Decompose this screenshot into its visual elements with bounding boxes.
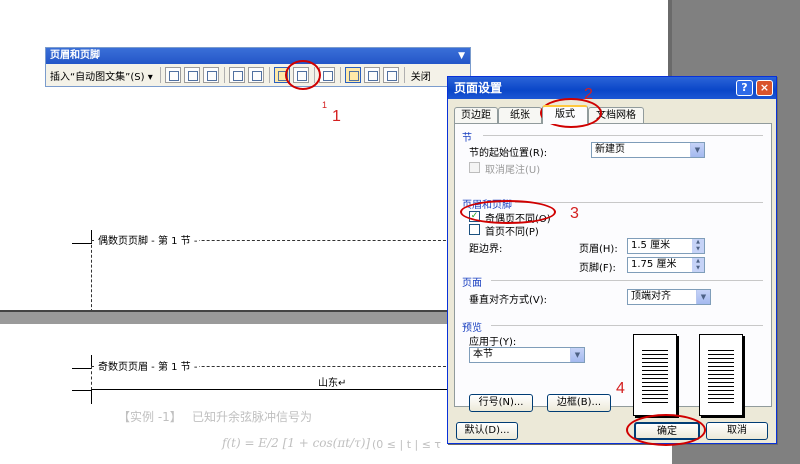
insert-date-icon[interactable]: [229, 67, 246, 83]
toolbar-titlebar[interactable]: 页眉和页脚 ▼: [46, 48, 470, 64]
first-page-different-label: 首页不同(P): [485, 227, 539, 238]
step-3-label: 3: [570, 205, 579, 222]
show-next-icon[interactable]: [383, 67, 400, 83]
insert-time-icon[interactable]: [248, 67, 265, 83]
from-edge-label: 距边界:: [469, 244, 503, 255]
page-heading: 页面: [462, 278, 482, 289]
close-toolbar-button[interactable]: 关闭: [408, 68, 431, 83]
show-previous-icon[interactable]: [364, 67, 381, 83]
insert-autotext-button[interactable]: 插入“自动图文集”(S) ▾: [50, 68, 157, 83]
step-4-label: 4: [616, 380, 625, 397]
divider: [491, 325, 763, 326]
step-1-label: 1: [332, 108, 341, 125]
cancel-button[interactable]: 取消: [706, 422, 768, 440]
borders-button[interactable]: 边框(B)...: [547, 394, 611, 412]
tab-margins[interactable]: 页边距: [454, 107, 498, 123]
suppress-endnotes-checkbox[interactable]: [469, 162, 480, 173]
toolbar-separator: [268, 67, 270, 83]
example-text: 已知升余弦脉冲信号为: [192, 410, 313, 424]
tab-paper[interactable]: 纸张: [498, 107, 542, 123]
header-text: 山东↵: [318, 378, 347, 389]
step-1-small-label: 1: [322, 100, 328, 110]
apply-to-value: 本节: [473, 349, 493, 360]
highlight-ok-button: [626, 414, 706, 446]
section-heading: 节: [462, 133, 472, 144]
insert-page-count-icon[interactable]: [184, 67, 201, 83]
toolbar-title: 页眉和页脚: [50, 50, 100, 61]
section-start-select[interactable]: 新建页 ▼: [591, 142, 705, 158]
dialog-tabs: 页边距 纸张 版式 文档网格: [454, 105, 772, 124]
header-distance-input[interactable]: 1.5 厘米 ▲ ▼: [627, 238, 705, 254]
preview-heading: 预览: [462, 323, 482, 334]
header-distance-value: 1.5 厘米: [631, 240, 671, 251]
even-page-footer-area[interactable]: [91, 240, 451, 312]
apply-to-select[interactable]: 本节 ▼: [469, 347, 585, 363]
highlight-odd-even-checkbox: [460, 200, 556, 224]
footer-distance-value: 1.75 厘米: [631, 259, 677, 270]
divider: [483, 135, 763, 136]
switch-header-footer-icon[interactable]: [345, 67, 362, 83]
formula-range: (0 ≤ | t | ≤ τ: [372, 438, 442, 451]
vertical-alignment-value: 顶端对齐: [631, 291, 671, 302]
section-start-value: 新建页: [595, 144, 625, 155]
formula: f(t) = E/2 [1 + cos(πt/τ)]: [222, 436, 371, 450]
example-label: 【实例 -1】: [118, 410, 182, 424]
footer-distance-label: 页脚(F):: [579, 263, 616, 274]
header-footer-toolbar: 页眉和页脚 ▼ 插入“自动图文集”(S) ▾ 关闭: [45, 47, 471, 87]
dialog-titlebar[interactable]: 页面设置: [448, 77, 776, 99]
dialog-title: 页面设置: [454, 81, 503, 95]
apply-to-label: 应用于(Y):: [469, 337, 517, 348]
crop-mark: [72, 230, 92, 244]
odd-page-header-label: 奇数页页眉 - 第 1 节 -: [96, 358, 200, 373]
step-2-label: 2: [584, 86, 593, 103]
toolbar-separator: [159, 67, 161, 83]
header-distance-label: 页眉(H):: [579, 244, 618, 255]
preview-page-left: [633, 334, 677, 416]
page-setup-dialog: 页面设置 ? × 页边距 纸张 版式 文档网格 节 节的起始位置(R): 新建页…: [447, 76, 777, 444]
preview-page-right: [699, 334, 743, 416]
help-icon[interactable]: ?: [736, 80, 753, 96]
default-button[interactable]: 默认(D)...: [456, 422, 518, 440]
vertical-alignment-select[interactable]: 顶端对齐 ▼: [627, 289, 711, 305]
toolbar-dropdown-icon[interactable]: ▼: [458, 48, 465, 64]
line-numbers-button[interactable]: 行号(N)...: [469, 394, 533, 412]
footer-distance-input[interactable]: 1.75 厘米 ▲ ▼: [627, 257, 705, 273]
close-icon[interactable]: ×: [756, 80, 773, 96]
even-page-footer-label: 偶数页页脚 - 第 1 节 -: [96, 232, 200, 247]
divider: [515, 202, 763, 203]
insert-page-number-icon[interactable]: [165, 67, 182, 83]
link-to-previous-icon[interactable]: [319, 67, 336, 83]
divider: [491, 280, 763, 281]
chevron-down-icon: ▼: [570, 348, 584, 362]
chevron-down-icon: ▼: [690, 143, 704, 157]
toolbar-separator: [223, 67, 225, 83]
toolbar-separator: [403, 67, 405, 83]
format-page-number-icon[interactable]: [203, 67, 220, 83]
section-start-label: 节的起始位置(R):: [469, 148, 548, 159]
first-page-different-checkbox[interactable]: [469, 224, 480, 235]
vertical-alignment-label: 垂直对齐方式(V):: [469, 295, 548, 306]
spinner-icon[interactable]: ▲ ▼: [692, 239, 704, 253]
tab-layout[interactable]: 版式: [542, 105, 588, 124]
highlight-page-setup-icon: [285, 60, 321, 90]
chevron-down-icon: ▼: [696, 290, 710, 304]
crop-mark: [72, 390, 92, 404]
layout-tab-panel: 节 节的起始位置(R): 新建页 ▼ 取消尾注(U) 页眉和页脚 ✓ 奇偶页不同…: [454, 123, 772, 416]
crop-mark: [72, 355, 92, 369]
toolbar-separator: [339, 67, 341, 83]
suppress-endnotes-label: 取消尾注(U): [485, 165, 541, 176]
spinner-icon[interactable]: ▲ ▼: [692, 258, 704, 272]
